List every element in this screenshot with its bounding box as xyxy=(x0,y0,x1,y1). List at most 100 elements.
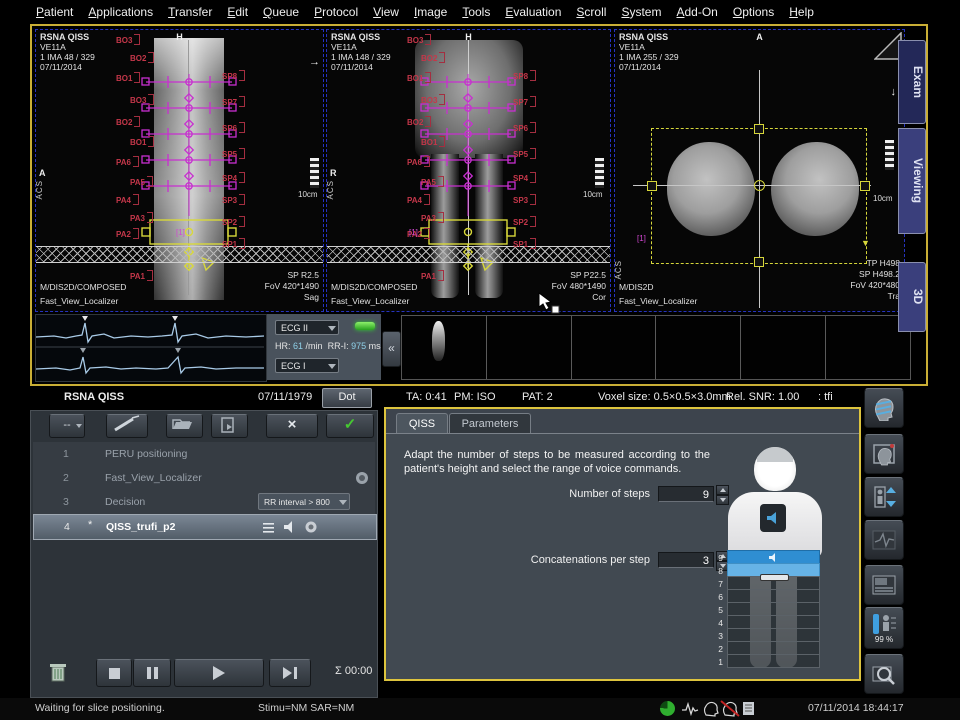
filmstrip-cell[interactable] xyxy=(402,316,487,379)
viewport-transversal[interactable]: ▼ ↓ RSNA QISS VE11A 1 IMA 255 / 329 07/1… xyxy=(614,29,905,312)
queue-row-1[interactable]: 1 PERU positioning xyxy=(33,442,375,467)
tab-3d[interactable]: 3D xyxy=(898,262,926,332)
status-message: Waiting for slice positioning. xyxy=(35,702,165,714)
spinner-up-icon[interactable] xyxy=(716,485,729,495)
check-icon: ✓ xyxy=(344,416,357,433)
software-version: VE11A xyxy=(40,42,66,52)
image-zoom-button[interactable] xyxy=(864,654,904,694)
queue-row-3[interactable]: 3 Decision RR interval > 800 xyxy=(33,490,375,515)
viewport-coronal[interactable]: RSNA QISS VE11A 1 IMA 148 / 329 07/11/20… xyxy=(326,29,611,312)
step-range-row-6[interactable] xyxy=(727,589,820,603)
stop-button[interactable] xyxy=(96,659,132,687)
range-drag-handle[interactable] xyxy=(760,574,789,581)
queue-row-2[interactable]: 2 Fast_View_Localizer xyxy=(33,466,375,491)
step-range-row-4[interactable] xyxy=(727,615,820,629)
decision-condition-dropdown[interactable]: RR interval > 800 xyxy=(258,493,350,510)
range-dropdown-button[interactable]: -- xyxy=(49,414,85,438)
fov-handle-bottom[interactable] xyxy=(754,257,764,267)
play-icon xyxy=(213,666,225,680)
ecg-lead-select-top[interactable]: ECG II xyxy=(275,320,339,335)
pause-button[interactable] xyxy=(133,659,171,687)
ecg-lead-select-bottom[interactable]: ECG I xyxy=(275,358,339,373)
autoalign-button[interactable] xyxy=(864,434,904,474)
image-mode-text: M/DIS2D xyxy=(619,282,653,292)
step-range-row-1[interactable] xyxy=(727,654,820,668)
step-range-row-9[interactable] xyxy=(727,550,820,564)
filmstrip-cell[interactable] xyxy=(572,316,657,379)
queue-row-4-selected[interactable]: 4 * QISS_trufi_p2 xyxy=(33,514,377,540)
filmstrip-cell[interactable] xyxy=(741,316,826,379)
menu-patient[interactable]: Patient xyxy=(36,5,73,19)
menu-protocol[interactable]: Protocol xyxy=(314,5,358,19)
tab-exam[interactable]: Exam xyxy=(898,40,926,124)
sequence-name: Fast_View_Localizer xyxy=(40,296,118,306)
concatenations-field[interactable]: 3 xyxy=(658,552,714,568)
tab-viewing[interactable]: Viewing xyxy=(898,128,926,234)
signal-ok-led xyxy=(355,322,375,330)
menu-help[interactable]: Help xyxy=(789,5,814,19)
spinner-down-icon[interactable] xyxy=(716,495,729,505)
menu-view[interactable]: View xyxy=(373,5,399,19)
step-number: 4 xyxy=(64,521,70,533)
tab-parameters[interactable]: Parameters xyxy=(449,413,531,434)
slice-label: BO1 xyxy=(116,72,140,83)
scroll-right-icon[interactable]: → xyxy=(309,56,320,68)
sar-percentage: 99 % xyxy=(875,635,893,644)
menu-system[interactable]: System xyxy=(621,5,661,19)
play-button[interactable] xyxy=(174,659,264,687)
step-index: 5 xyxy=(711,605,723,615)
dot-engine-button[interactable]: Dot xyxy=(322,388,372,408)
collapse-panel-button[interactable]: « xyxy=(382,331,401,367)
step-range-row-2[interactable] xyxy=(727,641,820,655)
fov-handle-top[interactable] xyxy=(754,124,764,134)
menu-evaluation[interactable]: Evaluation xyxy=(505,5,561,19)
step-range-row-7[interactable] xyxy=(727,576,820,590)
menu-tools[interactable]: Tools xyxy=(462,5,490,19)
copy-step-button[interactable] xyxy=(211,414,248,438)
skip-icon-bar xyxy=(294,667,297,679)
fov-rect[interactable] xyxy=(651,128,867,264)
fov-handle-right[interactable] xyxy=(860,181,870,191)
filmstrip-cell[interactable] xyxy=(487,316,572,379)
fov-move-icon[interactable]: ▼ xyxy=(861,238,870,248)
pm-mode: PM: ISO xyxy=(454,391,496,403)
open-protocol-button[interactable] xyxy=(166,414,203,438)
menu-scroll[interactable]: Scroll xyxy=(576,5,606,19)
scroll-down-icon[interactable]: ↓ xyxy=(891,86,897,98)
skip-button[interactable] xyxy=(269,659,311,687)
number-of-steps-spinner[interactable] xyxy=(716,485,729,503)
slice-label: BO2 xyxy=(407,116,431,127)
step-range-row-3[interactable] xyxy=(727,628,820,642)
patient-registration-button[interactable] xyxy=(864,388,904,428)
menu-queue[interactable]: Queue xyxy=(263,5,299,19)
slice-label: BO2 xyxy=(130,52,154,63)
physio-display-button[interactable] xyxy=(864,520,904,560)
image-date: 07/11/2014 xyxy=(331,62,373,72)
tab-qiss[interactable]: QISS xyxy=(396,413,448,434)
contrast-injection-button[interactable] xyxy=(106,414,148,438)
collapse-icon: « xyxy=(388,341,395,355)
menu-applications[interactable]: Applications xyxy=(88,5,153,19)
trash-button[interactable] xyxy=(45,659,71,685)
viewport-sagittal[interactable]: RSNA QISS VE11A 1 IMA 48 / 329 07/11/201… xyxy=(35,29,324,312)
cancel-step-button[interactable]: × xyxy=(266,414,318,438)
chevron-down-icon xyxy=(339,500,347,505)
menu-edit[interactable]: Edit xyxy=(227,5,248,19)
slice-label: PA2 xyxy=(116,228,139,239)
menu-options[interactable]: Options xyxy=(733,5,774,19)
sar-monitor-button[interactable]: 99 % xyxy=(864,607,904,649)
slice-label: SP6 xyxy=(222,122,245,133)
table-position-button[interactable] xyxy=(864,477,904,517)
apply-step-button[interactable]: ✓ xyxy=(326,414,374,438)
menu-transfer[interactable]: Transfer xyxy=(168,5,212,19)
mouse-cursor xyxy=(538,292,562,316)
filmstrip-cell[interactable] xyxy=(656,316,741,379)
number-of-steps-field[interactable]: 9 xyxy=(658,486,714,502)
fov-handle-left[interactable] xyxy=(647,181,657,191)
fov-center-handle[interactable] xyxy=(754,180,765,191)
exam-layout-button[interactable] xyxy=(864,565,904,605)
image-number: 1 IMA 148 / 329 xyxy=(331,52,391,62)
step-range-row-5[interactable] xyxy=(727,602,820,616)
menu-image[interactable]: Image xyxy=(414,5,447,19)
menu-addon[interactable]: Add-On xyxy=(676,5,717,19)
